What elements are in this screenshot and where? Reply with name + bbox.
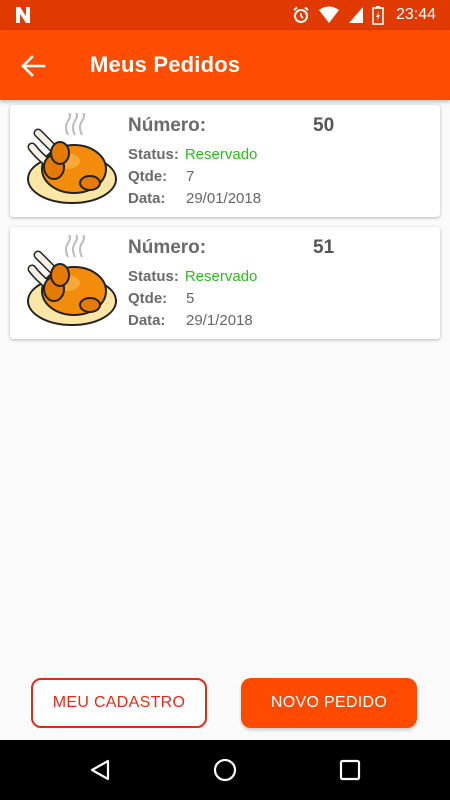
order-status-row: Status: Reservado — [128, 146, 257, 163]
order-qtde-label: Qtde: — [128, 168, 168, 185]
novo-pedido-button[interactable]: NOVO PEDIDO — [241, 678, 417, 728]
order-status-label: Status: — [128, 146, 179, 163]
meu-cadastro-button[interactable]: MEU CADASTRO — [31, 678, 207, 728]
order-status-value: Reservado — [184, 146, 258, 163]
battery-icon — [372, 6, 384, 25]
order-qtde-row: Qtde: 7 — [128, 168, 194, 185]
order-data-row: Data: 29/1/2018 — [128, 312, 253, 329]
page-title: Meus Pedidos — [90, 52, 241, 77]
status-time: 23:44 — [395, 6, 436, 23]
signal-icon — [348, 7, 363, 23]
order-card[interactable]: Número: 51 Status: Reservado Qtde: 5 Data:… — [10, 227, 440, 339]
back-triangle-icon[interactable] — [88, 758, 112, 782]
status-icons: 23:44 — [292, 5, 436, 25]
order-card[interactable]: Número: 50 Status: Reservado Qtde: 7 Data:… — [10, 105, 440, 217]
order-number-label: Número: — [128, 237, 207, 258]
status-bar: 23:44 — [0, 0, 450, 30]
order-data-row: Data: 29/01/2018 — [128, 190, 261, 207]
order-data-label: Data: — [128, 312, 166, 329]
order-number-value: 51 — [313, 237, 335, 258]
order-status-value: Reservado — [184, 268, 258, 285]
wifi-icon — [318, 6, 339, 23]
recents-square-icon[interactable] — [338, 758, 362, 782]
alarm-icon — [293, 6, 309, 23]
system-nav-bar — [0, 740, 450, 800]
order-qtde-value: 5 — [186, 290, 195, 307]
arrow-back-icon[interactable] — [18, 51, 48, 81]
orders-list: Número: 50 Status: Reservado Qtde: 7 Data:… — [10, 105, 440, 349]
n-logo-icon — [16, 7, 30, 23]
order-number-value: 50 — [313, 115, 335, 136]
order-status-row: Status: Reservado — [128, 268, 257, 285]
home-circle-icon[interactable] — [213, 758, 237, 782]
order-data-value: 29/1/2018 — [186, 312, 253, 329]
roast-chicken-icon — [27, 235, 117, 326]
order-qtde-value: 7 — [186, 168, 195, 185]
order-qtde-label: Qtde: — [128, 290, 168, 307]
order-data-value: 29/01/2018 — [186, 190, 262, 207]
order-data-label: Data: — [128, 190, 166, 207]
app-bar: Meus Pedidos — [0, 30, 450, 100]
order-status-label: Status: — [128, 268, 179, 285]
order-qtde-row: Qtde: 5 — [128, 290, 194, 307]
order-number-label: Número: — [128, 115, 207, 136]
roast-chicken-icon — [27, 113, 117, 204]
